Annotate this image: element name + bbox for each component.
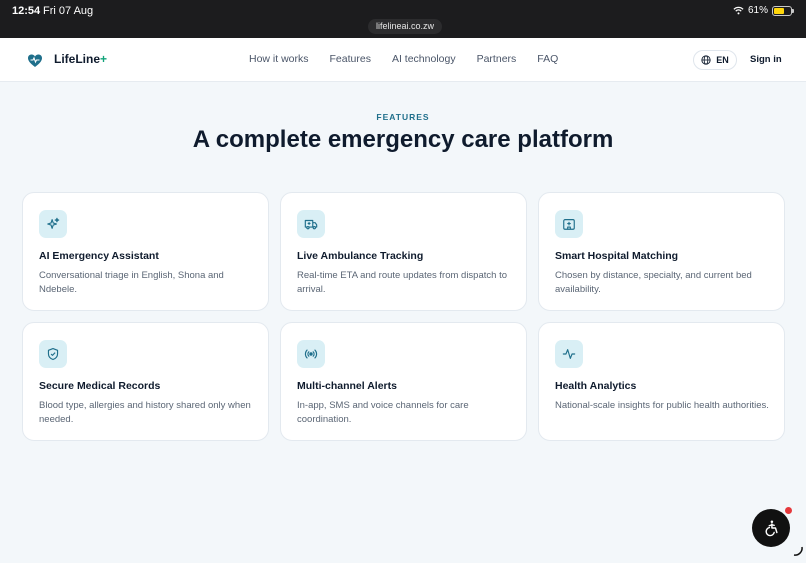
ambulance-icon: [297, 210, 325, 238]
language-button[interactable]: EN: [693, 50, 737, 70]
brand-plus: +: [100, 52, 108, 66]
activity-icon: [555, 340, 583, 368]
feature-description: National-scale insights for public healt…: [555, 400, 769, 411]
brand-name[interactable]: LifeLine+: [54, 52, 107, 66]
address-bar[interactable]: lifelineai.co.zw: [368, 19, 443, 34]
feature-description: Real-time ETA and route updates from dis…: [297, 270, 507, 295]
shield-check-icon: [39, 340, 67, 368]
feature-card-medical-records[interactable]: Secure Medical Records Blood type, aller…: [22, 322, 269, 441]
nav-link-partners[interactable]: Partners: [477, 53, 517, 65]
battery-percent: 61%: [747, 5, 768, 16]
nav-links: How it works Features AI technology Part…: [249, 53, 558, 65]
section-eyebrow: FEATURES: [376, 112, 430, 122]
sign-in-link[interactable]: Sign in: [750, 54, 782, 65]
battery-icon: [772, 5, 794, 16]
status-indicators: 61%: [733, 5, 794, 16]
feature-card-ambulance-tracking[interactable]: Live Ambulance Tracking Real-time ETA an…: [280, 192, 527, 311]
broadcast-icon: [297, 340, 325, 368]
feature-title: Multi-channel Alerts: [297, 380, 397, 392]
accessibility-button[interactable]: [752, 509, 790, 547]
feature-grid: AI Emergency Assistant Conversational tr…: [22, 192, 785, 441]
feature-description: Chosen by distance, specialty, and curre…: [555, 270, 752, 295]
brand-main: LifeLine: [54, 52, 101, 66]
section-title: A complete emergency care platform: [192, 126, 614, 153]
accessibility-icon: [765, 520, 778, 537]
sparkle-icon: [39, 210, 67, 238]
status-time: 12:54: [12, 5, 41, 17]
notification-badge: [784, 506, 793, 515]
language-label: EN: [716, 55, 729, 65]
feature-description: Conversational triage in English, Shona …: [39, 270, 224, 295]
feature-title: Secure Medical Records: [39, 380, 161, 392]
feature-title: Smart Hospital Matching: [555, 250, 679, 262]
feature-title: Health Analytics: [555, 380, 637, 392]
top-navbar: LifeLine+ How it works Features AI techn…: [0, 38, 806, 82]
feature-description: In-app, SMS and voice channels for care …: [297, 400, 469, 425]
nav-link-ai-technology[interactable]: AI technology: [392, 53, 456, 65]
status-bar: 12:54 Fri 07 Aug lifelineai.co.zw 61%: [0, 0, 806, 38]
feature-title: AI Emergency Assistant: [39, 250, 159, 262]
status-date: Fri 07 Aug: [43, 5, 94, 17]
lifeline-logo-icon[interactable]: [26, 52, 44, 70]
loading-indicator-icon: [793, 546, 803, 556]
hospital-icon: [555, 210, 583, 238]
nav-link-faq[interactable]: FAQ: [537, 53, 558, 65]
feature-card-ai-assistant[interactable]: AI Emergency Assistant Conversational tr…: [22, 192, 269, 311]
battery-level: [774, 7, 784, 14]
globe-icon: [701, 55, 711, 65]
feature-card-health-analytics[interactable]: Health Analytics National-scale insights…: [538, 322, 785, 441]
feature-card-multichannel-alerts[interactable]: Multi-channel Alerts In-app, SMS and voi…: [280, 322, 527, 441]
feature-description: Blood type, allergies and history shared…: [39, 400, 251, 425]
nav-link-how-it-works[interactable]: How it works: [249, 53, 309, 65]
wifi-icon: [733, 6, 744, 15]
nav-link-features[interactable]: Features: [330, 53, 371, 65]
feature-title: Live Ambulance Tracking: [297, 250, 424, 262]
feature-card-hospital-matching[interactable]: Smart Hospital Matching Chosen by distan…: [538, 192, 785, 311]
